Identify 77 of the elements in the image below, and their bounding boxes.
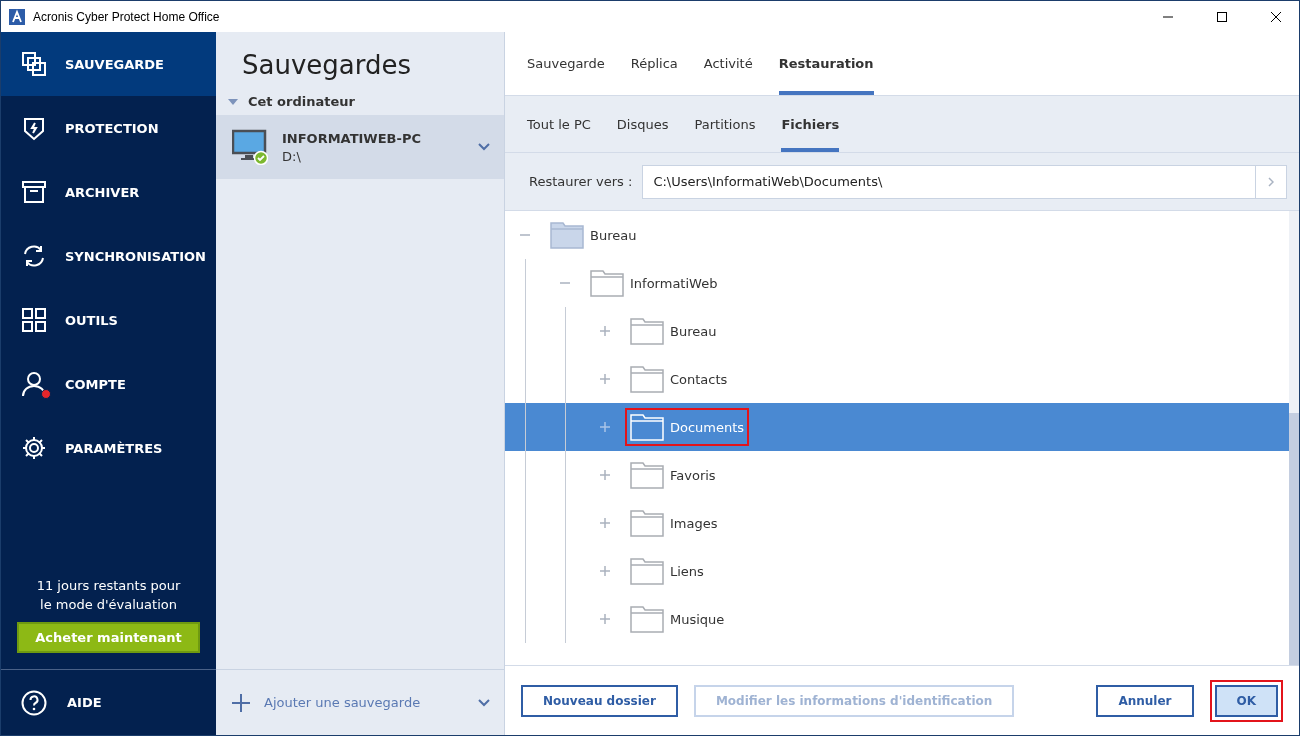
expand-icon[interactable] — [600, 518, 610, 528]
settings-icon — [21, 435, 47, 461]
folder-icon — [630, 605, 664, 633]
copies-icon — [21, 51, 47, 77]
sidebar-item[interactable]: COMPTE — [1, 352, 216, 416]
restore-label: Restaurer vers : — [529, 174, 633, 189]
sync-icon — [21, 243, 47, 269]
scrollbar[interactable] — [1289, 211, 1299, 665]
sidebar-item[interactable]: SYNCHRONISATION — [1, 224, 216, 288]
tree-row[interactable]: Liens — [505, 547, 1289, 595]
expand-icon[interactable] — [600, 566, 610, 576]
folder-icon — [630, 365, 664, 393]
backup-name: INFORMATIWEB-PC — [282, 130, 422, 146]
expand-icon[interactable] — [600, 614, 610, 624]
sidebar-item[interactable]: ARCHIVER — [1, 160, 216, 224]
tree-node[interactable]: Liens — [625, 552, 709, 590]
tree-row[interactable]: Bureau — [505, 211, 1289, 259]
footer-button[interactable]: Nouveau dossier — [521, 684, 678, 717]
chevron-down-icon[interactable] — [478, 143, 490, 151]
archive-box-icon — [21, 179, 47, 205]
app-logo-icon — [9, 8, 25, 25]
backup-location: D:\ — [282, 148, 302, 164]
path-field[interactable]: C:\Users\InformatiWeb\Documents\ — [642, 164, 1255, 199]
shield-icon — [21, 115, 47, 141]
tab[interactable]: Sauvegarde — [527, 32, 605, 95]
footer-button[interactable]: OK — [1214, 684, 1278, 717]
backup-item[interactable]: INFORMATIWEB-PC D:\ — [216, 115, 504, 179]
subtab[interactable]: Tout le PC — [527, 96, 591, 152]
close-icon — [1271, 11, 1281, 22]
trial-text: 11 jours restants pour le mode d'évaluation — [35, 577, 182, 614]
sidebar-item[interactable]: OUTILS — [1, 288, 216, 352]
folder-icon — [630, 557, 664, 585]
tree-row[interactable]: Favoris — [505, 451, 1289, 499]
add-backup-button[interactable]: Ajouter une sauvegarde — [216, 669, 504, 735]
footer-button[interactable]: Annuler — [1096, 684, 1194, 717]
folder-icon — [630, 461, 664, 489]
sidebar-item[interactable]: PARAMÈTRES — [1, 416, 216, 480]
folder-icon — [630, 413, 664, 441]
browse-button[interactable] — [1255, 164, 1287, 199]
folder-icon — [550, 221, 584, 249]
folder-icon — [630, 317, 664, 345]
tree-node[interactable]: Favoris — [625, 456, 721, 494]
maximize-icon — [1217, 11, 1227, 22]
expand-icon[interactable] — [600, 422, 610, 432]
tab[interactable]: Activité — [703, 32, 753, 95]
expanded-triangle-icon — [228, 97, 238, 106]
sidebar-item[interactable]: SAUVEGARDE — [1, 32, 216, 96]
tree-node[interactable]: Contacts — [625, 360, 733, 398]
expand-icon[interactable] — [600, 374, 610, 384]
tree-node[interactable]: InformatiWeb — [585, 264, 723, 302]
tab[interactable]: Réplica — [630, 32, 678, 95]
computer-check-icon — [232, 129, 268, 165]
tree-node[interactable]: Bureau — [625, 312, 722, 350]
folder-icon — [590, 269, 624, 297]
tree-node[interactable]: Bureau — [545, 216, 642, 254]
tree-node[interactable]: Musique — [625, 600, 730, 638]
tree-row[interactable]: Images — [505, 499, 1289, 547]
chevron-right-icon — [1268, 176, 1274, 187]
tree-node[interactable]: Documents — [625, 408, 750, 446]
folder-icon — [630, 509, 664, 537]
panel-title: Sauvegardes — [241, 49, 412, 82]
tree-row[interactable]: Musique — [505, 595, 1289, 643]
group-header[interactable]: Cet ordinateur — [216, 88, 504, 115]
subtab[interactable]: Partitions — [694, 96, 756, 152]
plus-icon — [232, 693, 250, 712]
window-title: Acronis Cyber Protect Home Office — [33, 9, 221, 24]
expand-icon[interactable] — [600, 470, 610, 480]
tree-node[interactable]: Images — [625, 504, 723, 542]
tree-row[interactable]: Documents — [505, 403, 1289, 451]
help-icon — [21, 689, 47, 716]
grid-icon — [21, 307, 47, 333]
subtab[interactable]: Disques — [616, 96, 669, 152]
expand-icon[interactable] — [600, 326, 610, 336]
tree-row[interactable]: Bureau — [505, 307, 1289, 355]
sidebar-item[interactable]: PROTECTION — [1, 96, 216, 160]
chevron-down-icon — [478, 698, 490, 707]
tree-row[interactable]: InformatiWeb — [505, 259, 1289, 307]
